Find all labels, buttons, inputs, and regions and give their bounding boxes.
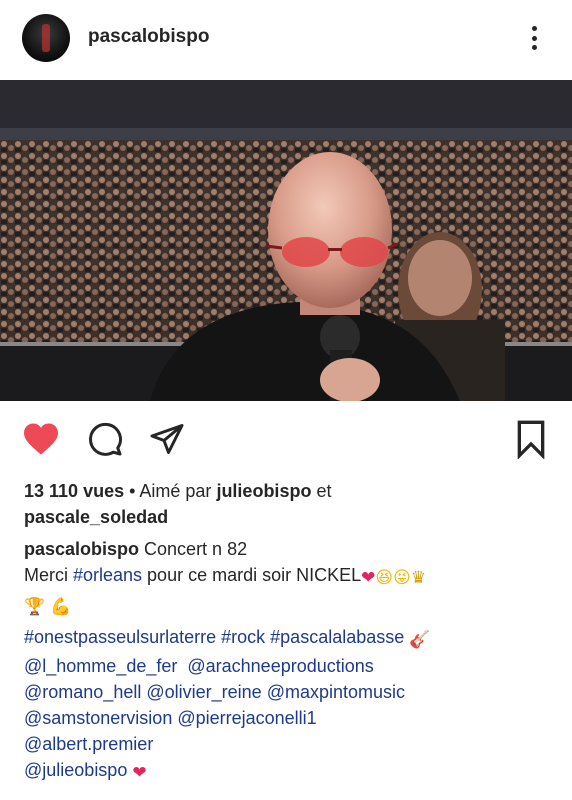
crown-emoji-icon: ♛ bbox=[410, 568, 427, 588]
caption-line-3: 🏆 💪 bbox=[24, 591, 554, 620]
caption-line-1: pascalobispo Concert n 82 bbox=[24, 536, 554, 562]
liker-username[interactable]: julieobispo bbox=[216, 481, 311, 501]
mentions-line-4: @albert.premier bbox=[24, 731, 554, 757]
red-heart-emoji-icon: ❤ bbox=[132, 763, 147, 783]
mentions-line-2: @romano_hell @olivier_reine @maxpintomus… bbox=[24, 679, 554, 705]
mention[interactable]: @arachneeproductions bbox=[187, 656, 373, 676]
and-label: et bbox=[311, 481, 332, 501]
hashtag[interactable]: #orleans bbox=[73, 565, 142, 585]
hashtag[interactable]: #rock bbox=[216, 627, 265, 647]
mention[interactable]: @samstonervision bbox=[24, 708, 172, 728]
caption-author[interactable]: pascalobispo bbox=[24, 539, 139, 559]
red-heart-emoji-icon: ❤ bbox=[361, 568, 376, 588]
mention[interactable]: @pierrejaconelli1 bbox=[177, 708, 316, 728]
laughing-emoji-icon: 😆 bbox=[375, 568, 394, 588]
hashtag[interactable]: #pascalalabasse bbox=[265, 627, 404, 647]
post-caption: 13 110 vues • Aimé par julieobispo et pa… bbox=[24, 478, 554, 786]
mentions-line-3: @samstonervision @pierrejaconelli1 bbox=[24, 705, 554, 731]
flexed-biceps-emoji-icon: 💪 bbox=[50, 597, 72, 617]
action-bar bbox=[0, 412, 572, 464]
caption-merci: Merci bbox=[24, 565, 73, 585]
mention[interactable]: @albert.premier bbox=[24, 734, 153, 754]
mentions-line-1: @l_homme_de_fer @arachneeproductions bbox=[24, 653, 554, 679]
bookmark-icon[interactable] bbox=[510, 418, 552, 460]
tongue-emoji-icon: 😜 bbox=[393, 568, 411, 588]
liked-by-label: • Aimé par bbox=[124, 481, 217, 501]
likes-line-2: pascale_soledad bbox=[24, 504, 554, 530]
mention[interactable]: @l_homme_de_fer bbox=[24, 656, 177, 676]
likes-line: 13 110 vues • Aimé par julieobispo et bbox=[24, 478, 554, 504]
mention[interactable]: @olivier_reine bbox=[146, 682, 261, 702]
mention[interactable]: @romano_hell bbox=[24, 682, 141, 702]
caption-line-2: Merci #orleans pour ce mardi soir NICKEL… bbox=[24, 562, 554, 591]
liker-username-2[interactable]: pascale_soledad bbox=[24, 507, 168, 527]
guitar-emoji-icon: 🎸 bbox=[409, 630, 431, 650]
share-icon[interactable] bbox=[146, 418, 188, 460]
comment-icon[interactable] bbox=[84, 418, 126, 460]
avatar[interactable] bbox=[22, 14, 70, 62]
more-options-icon[interactable] bbox=[522, 22, 546, 54]
post-photo[interactable] bbox=[0, 80, 572, 401]
hashtags-line: #onestpasseulsurlaterre #rock #pascalala… bbox=[24, 624, 554, 653]
hashtag[interactable]: #onestpasseulsurlaterre bbox=[24, 627, 216, 647]
trophy-emoji-icon: 🏆 bbox=[24, 597, 46, 617]
view-count[interactable]: 13 110 vues bbox=[24, 481, 124, 501]
post-header: pascalobispo bbox=[0, 0, 572, 78]
mentions-line-5: @julieobispo ❤ bbox=[24, 757, 554, 786]
heart-icon[interactable] bbox=[20, 418, 62, 460]
post-username[interactable]: pascalobispo bbox=[88, 26, 209, 48]
mention[interactable]: @maxpintomusic bbox=[267, 682, 405, 702]
caption-text: Concert n 82 bbox=[139, 539, 248, 559]
caption-text-2: pour ce mardi soir NICKEL bbox=[142, 565, 362, 585]
mention[interactable]: @julieobispo bbox=[24, 760, 127, 780]
